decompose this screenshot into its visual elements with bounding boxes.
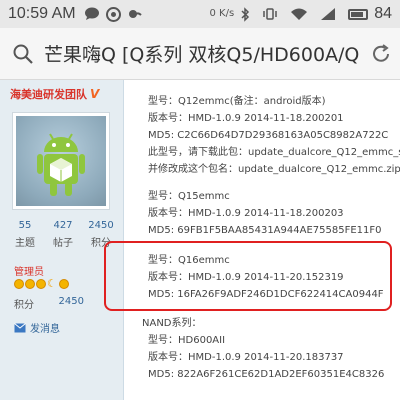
firmware-block: 型号：Q12emmc(备注：android版本) 版本号：HMD-1.0.9 2…: [148, 93, 400, 178]
firmware-block: 型号：Q15emmc 版本号：HMD-1.0.9 2014-11-18.2002…: [148, 188, 382, 239]
version-line: 版本号：HMD-1.0.9 2014-11-20.183737: [148, 352, 344, 363]
nand-section: NAND系列： 型号：HD600AII 版本号：HMD-1.0.9 2014-1…: [142, 315, 384, 383]
version-line: 版本号：HMD-1.0.9 2014-11-18.200203: [148, 208, 344, 219]
moon-medal-icon: ☾: [47, 277, 57, 290]
stat-posts-value: 427: [53, 220, 73, 231]
refresh-icon[interactable]: [370, 43, 392, 65]
md5-line: MD5: 69FB1F5BAA85431A944AE75585FE11F0: [148, 225, 382, 236]
stat-topics-label: 主题: [15, 238, 35, 249]
vibrate-icon: [262, 7, 278, 21]
title-bar: 芒果嗨Q [Q系列 双核Q5/HD600A/Q: [0, 28, 400, 80]
wifi-icon: [290, 7, 308, 21]
model-line: 型号：HD600AII: [148, 335, 226, 346]
points-label: 积分: [14, 300, 34, 311]
chat-bubble-icon: [84, 7, 100, 21]
username[interactable]: 海美迪研发团队 V: [10, 86, 99, 102]
username-text[interactable]: 海美迪研发团队: [10, 86, 87, 102]
user-panel: 海美迪研发团队 V 55 主题 427 帖子 2450 积分 管理员 ☾ 积分 …: [0, 80, 124, 400]
stat-points-value: 2450: [88, 220, 114, 231]
user-points: 积分 2450: [14, 296, 84, 311]
avatar[interactable]: [12, 112, 110, 210]
md5-line: MD5: C2C66D64D7D29368163A05C8982A722C: [148, 130, 389, 141]
points-value: 2450: [58, 296, 84, 307]
model-line: 型号：Q12emmc(备注：android版本): [148, 96, 326, 107]
nand-heading: NAND系列：: [142, 318, 202, 329]
avatar-image[interactable]: [16, 116, 106, 206]
user-role[interactable]: 管理员: [14, 263, 44, 278]
red-highlight-box: [104, 241, 392, 311]
send-message-label[interactable]: 发消息: [30, 320, 60, 335]
stat-posts[interactable]: 427 帖子: [46, 220, 80, 249]
stat-topics-value: 55: [18, 220, 32, 231]
search-icon[interactable]: [12, 43, 34, 65]
medals: ☾: [14, 277, 69, 290]
signal-icon: [320, 7, 336, 21]
sun-medal-icon: [25, 279, 35, 289]
md5-line: MD5: 822A6F261CE62D1AD2EF60351E4C8326: [148, 369, 385, 380]
sun-medal-icon: [36, 279, 46, 289]
rename-note-line: 并修改成这个包名：update_dualcore_Q12_emmc.zip: [148, 164, 400, 175]
circle-icon: [105, 6, 121, 22]
user-stats: 55 主题 427 帖子 2450 积分: [8, 220, 118, 249]
stat-posts-label: 帖子: [53, 238, 73, 249]
sun-medal-icon: [14, 279, 24, 289]
version-line: 版本号：HMD-1.0.9 2014-11-18.200201: [148, 113, 344, 124]
stat-topics[interactable]: 55 主题: [8, 220, 42, 249]
bluetooth-icon: [240, 6, 250, 22]
status-bar: 10:59 AM 0 K/s 84: [0, 0, 400, 28]
battery-percentage: 84: [374, 5, 392, 22]
page-title[interactable]: 芒果嗨Q [Q系列 双核Q5/HD600A/Q: [44, 40, 364, 67]
status-time: 10:59 AM: [8, 5, 76, 22]
verified-badge: V: [90, 87, 100, 101]
android-robot-icon: [37, 133, 85, 196]
model-line: 型号：Q15emmc: [148, 191, 230, 202]
network-speed: 0 K/s: [209, 8, 235, 19]
send-message-link[interactable]: 发消息: [14, 320, 60, 335]
star-medal-icon: [59, 279, 69, 289]
battery-icon: [348, 8, 369, 20]
envelope-icon: [14, 322, 26, 332]
weather-icon: [127, 7, 143, 21]
download-note-line: 此型号，请下载此包：update_dualcore_Q12_emmc_s: [148, 147, 400, 158]
